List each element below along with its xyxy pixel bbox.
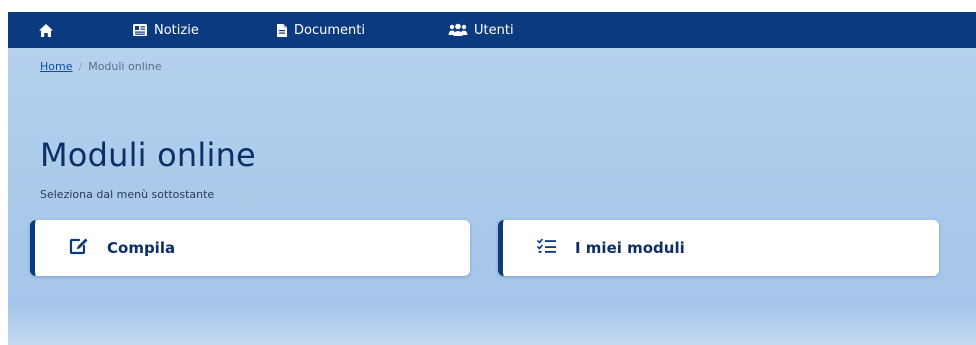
newspaper-icon: [132, 23, 148, 37]
miei-moduli-label: I miei moduli: [575, 239, 685, 257]
breadcrumb-separator: /: [78, 60, 83, 73]
page-subtitle: Seleziona dal menù sottostante: [40, 188, 215, 201]
miei-moduli-card[interactable]: I miei moduli: [498, 220, 939, 276]
breadcrumb-home-link[interactable]: Home: [40, 60, 72, 73]
checklist-icon: [537, 238, 557, 258]
breadcrumb: Home / Moduli online: [40, 60, 162, 73]
compila-label: Compila: [107, 239, 176, 257]
nav-home[interactable]: [38, 12, 54, 48]
document-icon: [276, 23, 288, 38]
nav-utenti-label: Utenti: [474, 22, 514, 38]
hero-fade: [8, 305, 976, 345]
hero-section: Home / Moduli online Moduli online Selez…: [8, 48, 976, 345]
nav-notizie[interactable]: Notizie: [132, 12, 199, 48]
nav-notizie-label: Notizie: [154, 22, 199, 38]
top-navbar: Notizie Documenti Utenti: [8, 12, 976, 48]
edit-icon: [69, 237, 89, 259]
page: Notizie Documenti Utenti Home / Moduli o…: [0, 0, 976, 345]
users-icon: [448, 23, 468, 37]
nav-documenti[interactable]: Documenti: [276, 12, 365, 48]
nav-utenti[interactable]: Utenti: [448, 12, 514, 48]
nav-documenti-label: Documenti: [294, 22, 365, 38]
page-title: Moduli online: [40, 136, 256, 174]
compila-card[interactable]: Compila: [30, 220, 470, 276]
home-icon: [38, 23, 54, 38]
breadcrumb-current: Moduli online: [88, 60, 162, 73]
